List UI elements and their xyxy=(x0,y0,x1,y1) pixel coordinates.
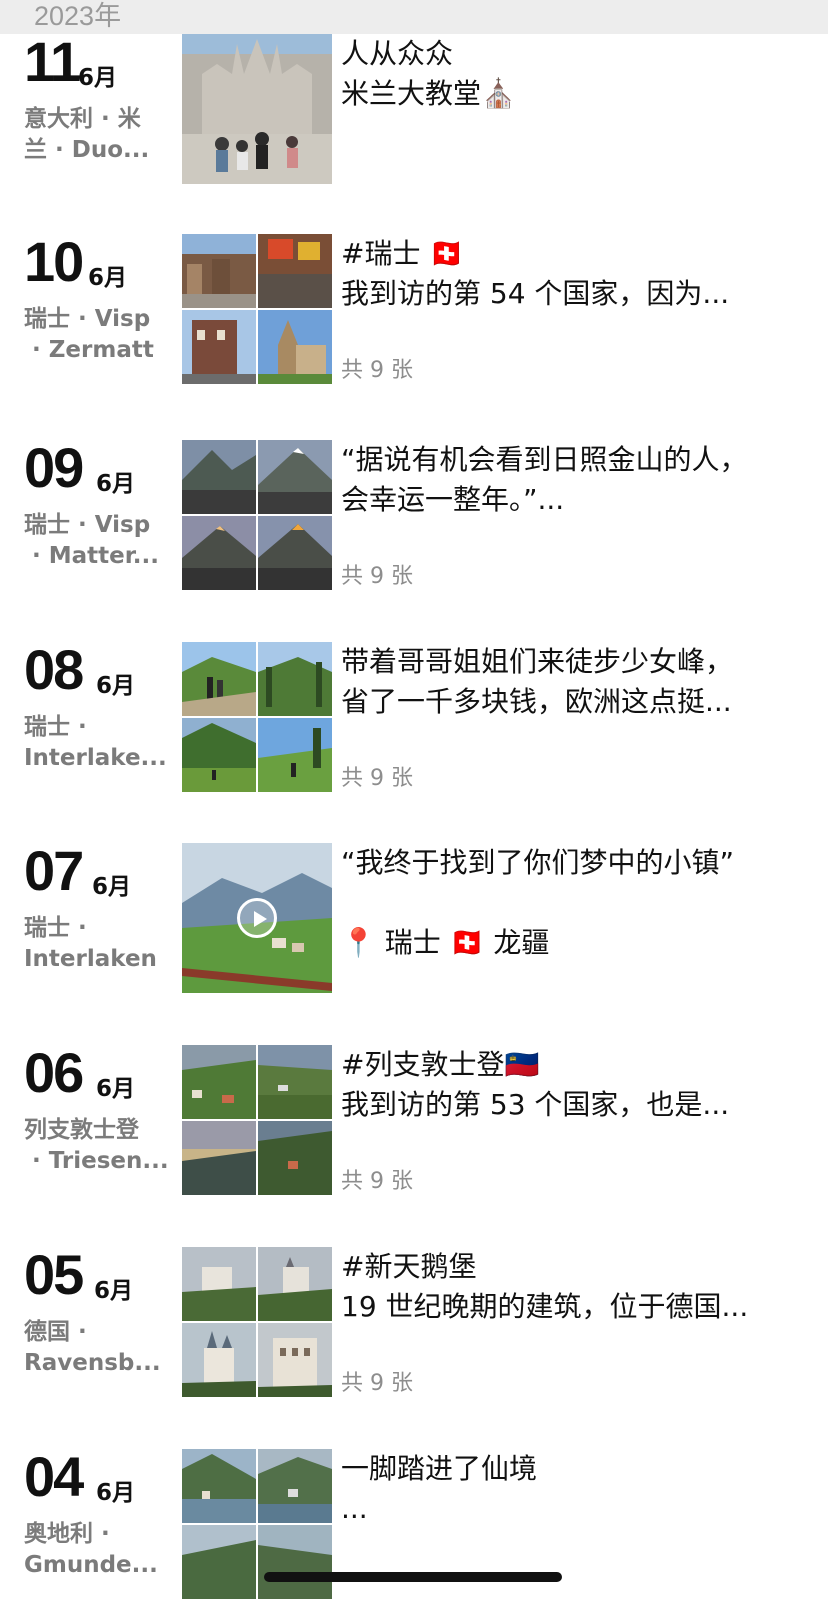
location-text: 列支敦士登 · Triesen... xyxy=(24,1117,169,1174)
caption-line: 省了一千多块钱，欧洲这点挺... xyxy=(341,685,732,718)
photo-count: 共 9 张 xyxy=(341,358,413,383)
caption-line: 19 世纪晚期的建筑，位于德国... xyxy=(341,1290,749,1323)
caption-line: “据说有机会看到日照金山的人， xyxy=(341,443,748,476)
day-number: 08 xyxy=(24,638,84,701)
photo-grid-thumbnail[interactable] xyxy=(182,642,332,792)
caption-line: 带着哥哥姐姐们来徒步少女峰， xyxy=(341,645,734,678)
year-section-header: 2023年 xyxy=(0,0,828,34)
day-number: 09 xyxy=(24,436,84,499)
location-text: 瑞士 · Visp · Zermatt xyxy=(24,306,154,363)
photo-count: 共 9 张 xyxy=(341,1169,413,1194)
photo-grid-thumbnail[interactable] xyxy=(182,440,332,590)
photo-grid-thumbnail[interactable] xyxy=(182,1247,332,1397)
location-text: 德国 · Ravensb... xyxy=(24,1319,161,1376)
month-label: 6月 xyxy=(92,874,132,900)
month-label: 6月 xyxy=(96,471,136,497)
caption-line: 人从众众 xyxy=(341,37,454,70)
caption-line: ... xyxy=(341,1492,368,1525)
caption-line: 📍 瑞士 🇨🇭 龙疆 xyxy=(341,926,550,959)
day-number: 07 xyxy=(24,839,84,902)
caption-line: 我到访的第 54 个国家，因为... xyxy=(341,277,730,310)
location-text: 瑞士 · Interlake... xyxy=(24,714,167,771)
photo-grid-thumbnail[interactable] xyxy=(182,1045,332,1195)
location-text: 瑞士 · Visp · Matter... xyxy=(24,512,160,569)
month-label: 6月 xyxy=(96,1076,136,1102)
home-indicator xyxy=(264,1572,562,1582)
play-icon[interactable] xyxy=(237,898,277,938)
year-label: 2023年 xyxy=(34,1,122,31)
location-text: 瑞士 · Interlaken xyxy=(24,915,157,972)
caption-line: #瑞士 🇨🇭 xyxy=(341,237,465,270)
caption-line: 我到访的第 53 个国家，也是... xyxy=(341,1088,730,1121)
caption-line: 会幸运一整年。”... xyxy=(341,483,565,516)
day-number: 04 xyxy=(24,1445,84,1508)
photo-count: 共 9 张 xyxy=(341,766,413,791)
month-label: 6月 xyxy=(94,1278,134,1304)
day-number: 11 xyxy=(24,30,81,93)
day-number: 06 xyxy=(24,1041,84,1104)
photo-thumbnail[interactable] xyxy=(182,34,332,184)
day-number: 10 xyxy=(24,230,84,293)
caption-line: “我终于找到了你们梦中的小镇” xyxy=(341,846,735,879)
photo-count: 共 9 张 xyxy=(341,564,413,589)
caption-line: #列支敦士登🇱🇮 xyxy=(341,1048,540,1081)
video-thumbnail[interactable] xyxy=(182,843,332,993)
caption-line: 米兰大教堂⛪ xyxy=(341,77,516,110)
month-label: 6月 xyxy=(96,673,136,699)
location-text: 意大利 · 米 兰 · Duo... xyxy=(24,106,150,163)
month-label: 6月 xyxy=(88,265,128,291)
location-text: 奥地利 · Gmunde... xyxy=(24,1521,158,1578)
caption-line: 一脚踏进了仙境 xyxy=(341,1452,538,1485)
day-number: 05 xyxy=(24,1243,84,1306)
photo-grid-thumbnail[interactable] xyxy=(182,234,332,384)
month-label: 6月 xyxy=(96,1480,136,1506)
photo-count: 共 9 张 xyxy=(341,1371,413,1396)
month-label: 6月 xyxy=(78,65,118,91)
caption-line: #新天鹅堡 xyxy=(341,1250,477,1283)
